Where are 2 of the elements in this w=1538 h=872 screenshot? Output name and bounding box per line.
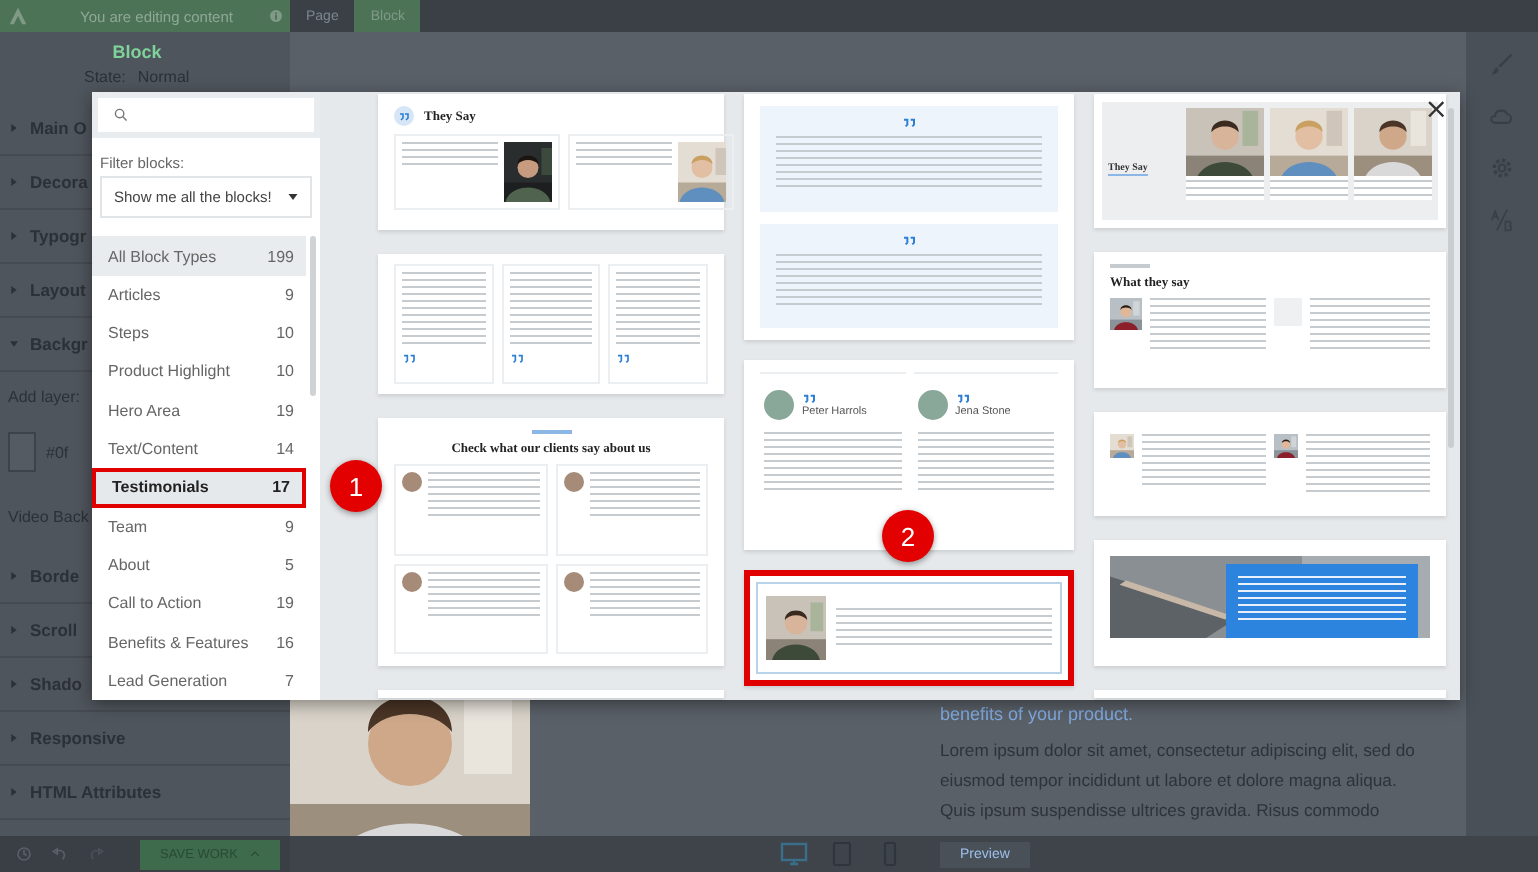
page-subtitle: benefits of your product. — [940, 704, 1136, 724]
panel-title: Block — [110, 42, 164, 62]
